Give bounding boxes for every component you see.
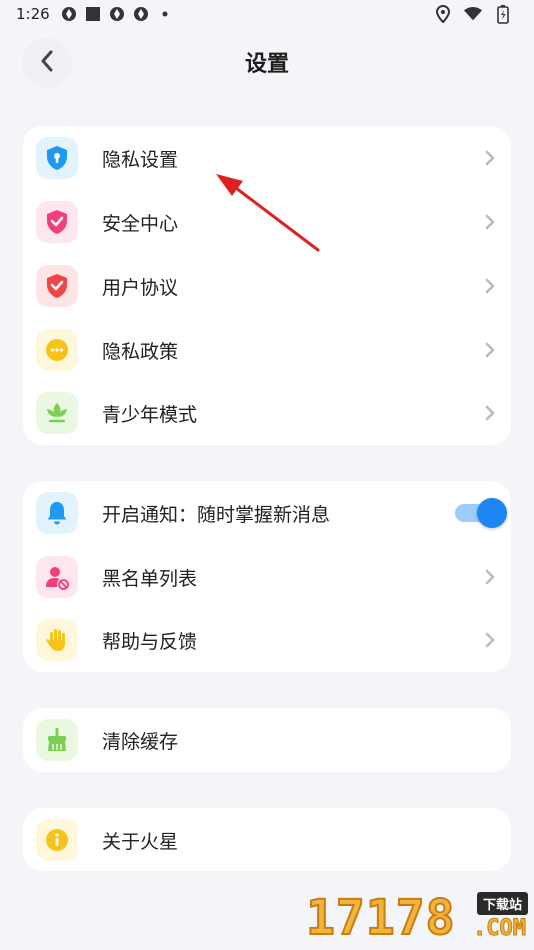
chevron-right-icon — [483, 150, 497, 166]
row-blacklist[interactable]: 黑名单列表 — [23, 545, 511, 609]
page-title: 设置 — [244, 52, 289, 77]
more-notifications-dot-icon — [156, 5, 174, 23]
row-label: 黑名单列表 — [102, 567, 198, 590]
sprout-icon — [36, 392, 78, 434]
row-privacy-settings[interactable]: 隐私设置 — [23, 126, 511, 190]
settings-card-about: 关于火星 — [23, 808, 511, 871]
row-label: 青少年模式 — [102, 403, 198, 426]
settings-card-notifications: 开启通知：随时掌握新消息 黑名单列表 帮助与反馈 — [23, 481, 511, 672]
row-label: 安全中心 — [102, 212, 179, 235]
hand-icon — [36, 619, 78, 661]
shield-check-icon — [36, 201, 78, 243]
row-notifications: 开启通知：随时掌握新消息 — [23, 481, 511, 545]
chevron-right-icon — [483, 405, 497, 421]
app-notification-icon — [132, 5, 150, 23]
row-label: 帮助与反馈 — [102, 630, 198, 653]
row-label: 关于火星 — [102, 830, 179, 853]
chat-bubble-icon — [36, 329, 78, 371]
row-privacy-policy[interactable]: 隐私政策 — [23, 318, 511, 382]
settings-card-cache: 清除缓存 — [23, 708, 511, 772]
watermark-number: 17178 — [305, 889, 456, 947]
chevron-right-icon — [483, 214, 497, 230]
wifi-icon — [464, 5, 482, 23]
row-teen-mode[interactable]: 青少年模式 — [23, 381, 511, 445]
watermark-tag: 下载站 — [476, 892, 528, 915]
chevron-right-icon — [483, 342, 497, 358]
settings-card-privacy: 隐私设置 安全中心 用户协议 隐私政策 青少年模式 — [23, 126, 511, 445]
row-label: 用户协议 — [102, 276, 179, 299]
row-help-feedback[interactable]: 帮助与反馈 — [23, 608, 511, 672]
row-clear-cache[interactable]: 清除缓存 — [23, 708, 511, 772]
row-security-center[interactable]: 安全中心 — [23, 190, 511, 254]
bell-icon — [36, 492, 78, 534]
square-notification-icon — [84, 5, 102, 23]
status-bar: 1:26 — [0, 0, 534, 28]
status-time: 1:26 — [16, 5, 50, 23]
app-notification-icon — [60, 5, 78, 23]
info-icon — [36, 819, 78, 861]
row-label: 清除缓存 — [102, 730, 179, 753]
chevron-right-icon — [483, 569, 497, 585]
app-notification-icon — [108, 5, 126, 23]
row-label: 开启通知：随时掌握新消息 — [102, 503, 331, 526]
notifications-toggle[interactable] — [455, 498, 507, 528]
watermark-domain: .COM — [473, 916, 527, 942]
row-user-agreement[interactable]: 用户协议 — [23, 254, 511, 318]
toggle-knob — [477, 498, 507, 528]
row-label: 隐私政策 — [102, 340, 179, 363]
battery-charging-icon — [494, 5, 512, 24]
chevron-right-icon — [483, 632, 497, 648]
broom-icon — [36, 719, 78, 761]
row-about[interactable]: 关于火星 — [23, 808, 511, 872]
location-icon — [434, 5, 452, 23]
row-label: 隐私设置 — [102, 148, 179, 171]
user-block-icon — [36, 556, 78, 598]
shield-keyhole-icon — [36, 137, 78, 179]
chevron-right-icon — [483, 278, 497, 294]
watermark-logo: 17178 下载站 .COM — [305, 889, 530, 947]
shield-check-icon — [36, 265, 78, 307]
